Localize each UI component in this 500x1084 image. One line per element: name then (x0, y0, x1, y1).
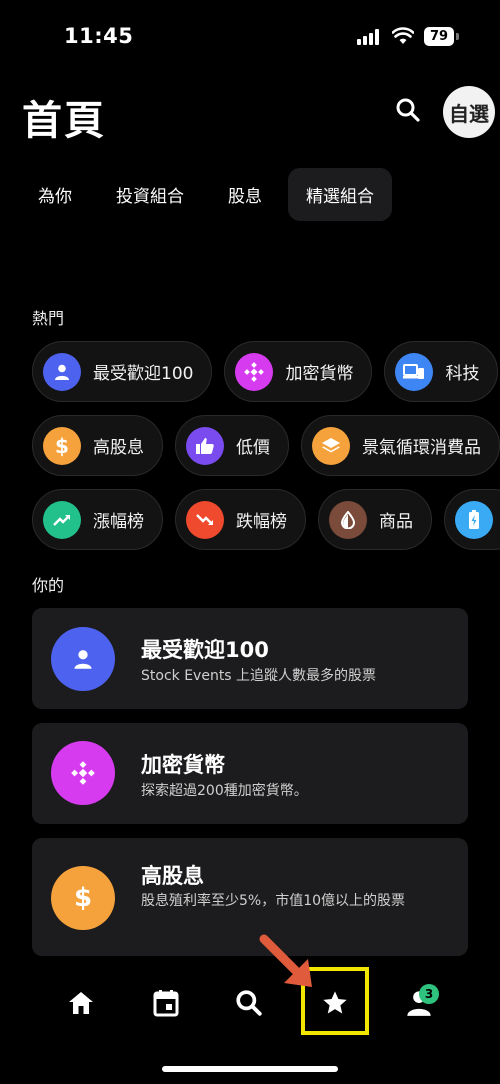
section-yours-label: 你的 (32, 576, 65, 595)
trending-down-icon (186, 500, 224, 539)
thumbs-up-icon (186, 426, 224, 465)
dollar-icon: $ (43, 426, 81, 465)
chip-top-losers[interactable]: 跌幅榜 (175, 489, 306, 550)
nav-calendar[interactable] (148, 985, 184, 1021)
trending-up-icon (43, 500, 81, 539)
status-time: 11:45 (64, 24, 134, 48)
chip-top-gainers[interactable]: 漲幅榜 (32, 489, 163, 550)
chip-label: 加密貨幣 (285, 364, 354, 384)
card-title: 高股息 (141, 864, 204, 888)
arrow-annotation-icon (259, 934, 312, 987)
card-title: 加密貨幣 (141, 753, 225, 777)
section-hot-label: 熱門 (32, 309, 65, 328)
dollar-icon: $ (51, 866, 115, 930)
search-button[interactable] (393, 95, 423, 125)
card-subtitle: Stock Events 上追蹤人數最多的股票 (141, 668, 377, 684)
search-icon (396, 98, 420, 122)
card-subtitle: 股息殖利率至少5%，市值10億以上的股票 (141, 893, 406, 909)
chip-cyclical-consumer[interactable]: 景氣循環消費品 (301, 415, 500, 476)
person-icon (43, 352, 81, 391)
chip-commodities[interactable]: 商品 (318, 489, 432, 550)
home-indicator (162, 1066, 338, 1072)
page-title: 首頁 (22, 98, 106, 144)
status-bar: 11:45 79 (0, 0, 500, 72)
card-high-dividend[interactable]: $ 高股息 股息殖利率至少5%，市值10億以上的股票 (32, 838, 468, 956)
search-icon (236, 990, 262, 1016)
notification-badge: 3 (419, 984, 439, 1004)
battery-icon (455, 500, 493, 539)
calendar-icon (153, 990, 179, 1017)
card-crypto[interactable]: 加密貨幣 探索超過200種加密貨幣。 (32, 723, 468, 824)
chip-label: 商品 (379, 512, 413, 532)
chip-label: 最受歡迎100 (93, 364, 194, 384)
battery-icon: 79 (424, 27, 454, 46)
tab-portfolio[interactable]: 投資組合 (98, 168, 202, 221)
watchlist-avatar-button[interactable]: 自選 (443, 86, 495, 138)
chip-label: 漲幅榜 (93, 512, 144, 532)
chip-low-price[interactable]: 低價 (175, 415, 289, 476)
card-subtitle: 探索超過200種加密貨幣。 (141, 783, 308, 799)
chip-label: 科技 (445, 364, 480, 384)
chip-label: 低價 (236, 438, 270, 458)
chip-crypto[interactable]: 加密貨幣 (224, 341, 373, 402)
layers-icon (312, 426, 350, 465)
tab-bar: 為你 投資組合 股息 精選組合 (20, 168, 400, 221)
battery-tip (456, 33, 459, 40)
chip-label: 景氣循環消費品 (362, 438, 481, 458)
person-icon (51, 627, 115, 691)
wifi-icon (391, 27, 415, 45)
chip-energy[interactable] (444, 489, 500, 550)
chip-row-1: 最受歡迎100 加密貨幣 科技 (32, 341, 500, 402)
chip-tech[interactable]: 科技 (384, 341, 499, 402)
card-most-popular[interactable]: 最受歡迎100 Stock Events 上追蹤人數最多的股票 (32, 608, 468, 709)
chip-row-2: $ 高股息 低價 景氣循環消費品 (32, 415, 500, 476)
chip-high-dividend[interactable]: $ 高股息 (32, 415, 163, 476)
devices-icon (395, 352, 434, 391)
home-icon (69, 992, 93, 1014)
crypto-icon (235, 352, 274, 391)
nav-home[interactable] (63, 985, 99, 1021)
tab-for-you[interactable]: 為你 (20, 168, 90, 221)
card-title: 最受歡迎100 (141, 638, 269, 662)
chip-label: 高股息 (93, 438, 144, 458)
crypto-icon (51, 741, 115, 805)
drop-icon (329, 500, 367, 539)
cellular-signal-icon (357, 29, 384, 45)
chip-label: 跌幅榜 (236, 512, 287, 532)
tab-dividends[interactable]: 股息 (210, 168, 280, 221)
chip-row-3: 漲幅榜 跌幅榜 商品 (32, 489, 500, 550)
chip-most-popular[interactable]: 最受歡迎100 (32, 341, 213, 402)
tab-featured[interactable]: 精選組合 (288, 168, 392, 221)
